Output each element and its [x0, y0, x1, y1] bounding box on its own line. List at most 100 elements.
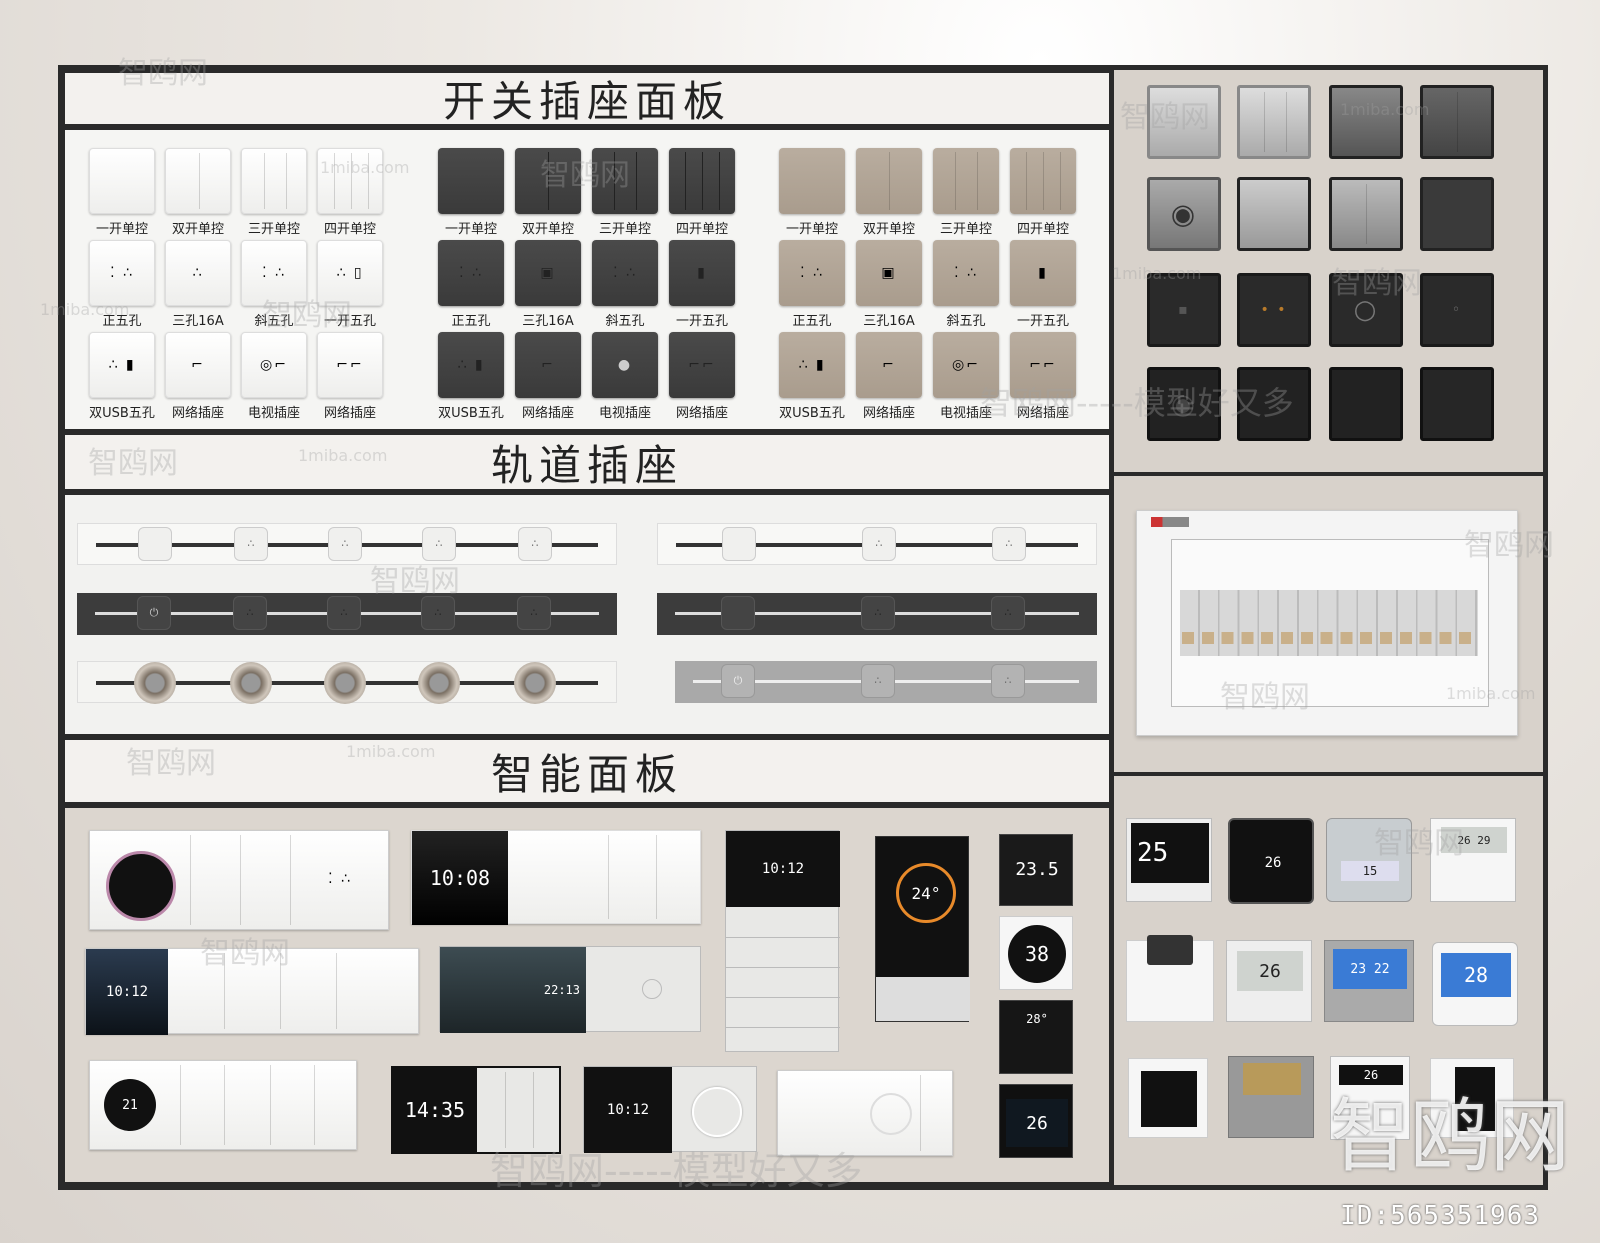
round-socket-module	[230, 662, 272, 704]
round-socket-module	[418, 662, 460, 704]
title-switch-socket: 开关插座面板	[62, 70, 1112, 127]
panel-dark-4gang	[669, 148, 735, 214]
panel-beige-2gang	[856, 148, 922, 214]
panel-dark-usb: ∴ ▮	[438, 332, 504, 398]
label-white-r1-3: 三开单控	[247, 222, 300, 237]
breaker-toggles	[1182, 632, 1476, 644]
track-white-left: ∴ ∴ ∴ ∴	[77, 523, 617, 565]
smart-panel-screen-1008: 10:08	[411, 830, 701, 925]
label-beige-r2-4: 一开五孔	[1016, 314, 1069, 329]
display-screen: 23 22	[1333, 949, 1407, 989]
track-dark-right: ∴ ∴	[657, 593, 1097, 635]
label-beige-r1-1: 一开单控	[785, 222, 838, 237]
round-socket-module	[514, 662, 556, 704]
socket-icon: ▮	[697, 265, 707, 281]
label-dark-r2-2: 三孔16A	[522, 314, 574, 329]
label-dark-r2-4: 一开五孔	[675, 314, 728, 329]
label-white-r2-4: 一开五孔	[323, 314, 376, 329]
label-dark-r2-3: 斜五孔	[605, 314, 645, 329]
socket-icon: ⁚ ∴	[613, 265, 637, 281]
label-white-r3-2: 网络插座	[171, 406, 224, 421]
breaker-row	[1180, 590, 1478, 656]
smart-panel-landscape-screen: 22:13	[439, 946, 701, 1033]
track-socket-module: ∴	[991, 596, 1025, 630]
smart-thermostat-square-1: 23.5	[999, 834, 1073, 906]
panel-beige-usb: ∴ ▮	[779, 332, 845, 398]
tv-port-icon: ◎⌐	[260, 357, 288, 373]
section-smart-panel: ⁚ ∴ 10:08 10:12 24° 23.5 10:12 22:13 38 …	[62, 805, 1112, 1185]
socket-icon: ⁚ ∴	[800, 265, 824, 281]
smart-thermostat-square-3: 26	[999, 1084, 1073, 1158]
panel-white-network-2: ⌐⌐	[317, 332, 383, 398]
panel-dark-tv: ●	[592, 332, 658, 398]
title-smart-panel: 智能面板	[62, 737, 1112, 805]
label-white-r3-4: 网络插座	[323, 406, 376, 421]
track-socket-module: ∴	[862, 527, 896, 561]
dimmer-dark: ○	[1329, 273, 1403, 347]
panel-white-switch-socket: ∴ ▯	[317, 240, 383, 306]
socket-icon: ⁚ ∴	[262, 265, 286, 281]
switch-dark-flat	[1420, 367, 1494, 441]
label-white-r1-2: 双开单控	[171, 222, 224, 237]
track-white-right: ∴ ∴	[657, 523, 1097, 565]
panel-white-3gang	[241, 148, 307, 214]
socket-icon: ⁚ ∴	[328, 871, 352, 887]
knob-ring-icon	[692, 1087, 742, 1137]
socket-icon: ▣	[540, 265, 556, 281]
track-socket-module: ∴	[861, 664, 895, 698]
panel-white-network: ⌐	[165, 332, 231, 398]
right-divider-2	[1114, 772, 1544, 776]
track-switch-module	[722, 527, 756, 561]
port-dark-2: • •	[1237, 273, 1311, 347]
display-screen: 26	[1250, 846, 1296, 880]
panel-beige-3gang	[933, 148, 999, 214]
keycard-holder	[1126, 935, 1214, 1022]
panel-dark-network-2: ⌐⌐	[669, 332, 735, 398]
thermostat-2: 26	[1228, 818, 1314, 904]
network-port-icon: ⌐	[191, 357, 205, 373]
display-screen: 28°	[1006, 1007, 1068, 1031]
panel-dark-socket-16a: ▣	[515, 240, 581, 306]
display-screen: 23.5	[1008, 849, 1066, 889]
track-socket-module: ∴	[234, 527, 268, 561]
breaker-window	[1171, 539, 1489, 707]
info-switch	[1128, 1058, 1208, 1138]
panel-white-2gang	[165, 148, 231, 214]
label-dark-r3-3: 电视插座	[598, 406, 651, 421]
socket-icon: ⁚ ∴	[110, 265, 134, 281]
track-socket-module: ∴	[991, 664, 1025, 698]
network-port-icon: ⌐⌐	[688, 357, 716, 373]
panel-beige-network-2: ⌐⌐	[1010, 332, 1076, 398]
display-screen: 10:08	[412, 831, 508, 925]
label-beige-r2-1: 正五孔	[792, 314, 832, 329]
display-screen: 10:12	[86, 949, 168, 1035]
label-beige-r1-2: 双开单控	[862, 222, 915, 237]
panel-dark-2gang	[515, 148, 581, 214]
round-display: 21	[104, 1079, 156, 1131]
display-screen: 26 29	[1441, 827, 1507, 853]
panel-white-socket-16a: ∴	[165, 240, 231, 306]
socket-schuko-dark: ◉	[1147, 367, 1221, 441]
switch-silver-2	[1237, 85, 1311, 159]
track-socket-module: ∴	[422, 527, 456, 561]
label-beige-r3-2: 网络插座	[862, 406, 915, 421]
dial-display: 24°	[896, 863, 956, 923]
label-beige-r3-1: 双USB五孔	[779, 406, 845, 421]
schuko-socket-icon: ◉	[1170, 197, 1198, 231]
thermostat-7: 28	[1432, 942, 1518, 1026]
smart-panel-vertical-1012: 10:12	[725, 830, 840, 1052]
thermostat-5: 26	[1226, 940, 1312, 1022]
tv-port-icon: ◎⌐	[952, 357, 980, 373]
smart-panel-knob-socket: ⁚ ∴	[89, 830, 389, 930]
network-port-icon: ⌐	[541, 357, 555, 373]
track-grey-right: ⏻ ∴ ∴	[675, 661, 1097, 703]
track-switch-module	[138, 527, 172, 561]
thermostat-3: 15	[1326, 818, 1412, 902]
display-screen: 22:13	[440, 947, 586, 1033]
tv-port-icon: ●	[617, 357, 633, 373]
label-dark-r1-3: 三开单控	[598, 222, 651, 237]
right-divider-1	[1114, 472, 1544, 476]
panel-beige-socket-5: ⁚ ∴	[779, 240, 845, 306]
panel-beige-network: ⌐	[856, 332, 922, 398]
track-socket-module: ∴	[327, 596, 361, 630]
